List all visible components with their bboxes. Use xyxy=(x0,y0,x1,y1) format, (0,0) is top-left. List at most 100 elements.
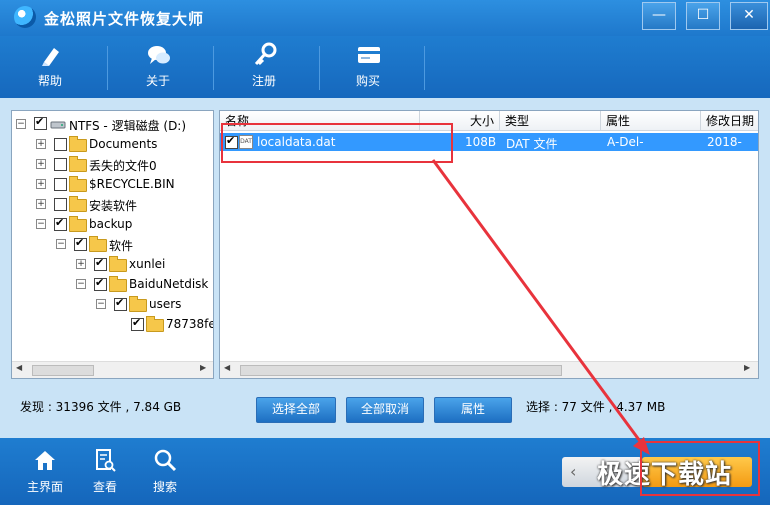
search-icon xyxy=(154,449,177,472)
column-header-type[interactable]: 类型 xyxy=(500,111,601,131)
home-icon xyxy=(35,451,55,470)
buy-label: 购买 xyxy=(355,74,380,88)
properties-button[interactable]: 属性 xyxy=(434,397,512,423)
expand-icon[interactable]: + xyxy=(36,199,46,209)
folder-icon xyxy=(129,296,147,312)
tree-checkbox[interactable] xyxy=(94,256,107,271)
tree-checkbox[interactable] xyxy=(114,296,127,311)
tree-node-root[interactable]: − NTFS - 逻辑磁盘 (D:) xyxy=(12,115,213,133)
folder-icon xyxy=(69,156,87,172)
folder-tree[interactable]: − NTFS - 逻辑磁盘 (D:) + Documents + 丢失的文件0 … xyxy=(11,110,214,379)
tree-label: $RECYCLE.BIN xyxy=(89,177,175,191)
tree-node[interactable]: − 软件 xyxy=(12,235,213,253)
scrollbar-thumb[interactable] xyxy=(32,365,94,376)
tree-label: xunlei xyxy=(129,257,166,271)
key-icon xyxy=(254,42,277,66)
maximize-button[interactable]: ☐ xyxy=(686,2,720,30)
folder-icon xyxy=(89,236,107,252)
tree-checkbox[interactable] xyxy=(54,216,67,231)
chevron-left-icon: ‹ xyxy=(570,462,577,481)
tree-horizontal-scrollbar[interactable]: ◀ ▶ xyxy=(12,361,213,378)
scroll-right-icon[interactable]: ▶ xyxy=(200,363,206,372)
tree-label: 78738fe xyxy=(166,317,214,331)
tree-node[interactable]: + 丢失的文件0 xyxy=(12,155,213,173)
tree-node[interactable]: − backup xyxy=(12,215,213,233)
folder-icon xyxy=(69,136,87,152)
tree-label: users xyxy=(149,297,182,311)
expand-icon[interactable]: + xyxy=(76,259,86,269)
collapse-icon[interactable]: − xyxy=(76,279,86,289)
register-button[interactable]: 注册 xyxy=(214,36,314,98)
tree-checkbox[interactable] xyxy=(54,138,67,151)
file-size: 108B xyxy=(465,135,497,149)
app-title: 金松照片文件恢复大师 xyxy=(44,10,205,28)
scroll-right-icon[interactable]: ▶ xyxy=(744,363,750,372)
column-header-attributes[interactable]: 属性 xyxy=(601,111,701,131)
folder-icon xyxy=(69,176,87,192)
help-label: 帮助 xyxy=(37,74,62,88)
close-icon: ✕ xyxy=(743,7,755,23)
folder-icon xyxy=(146,316,164,332)
scroll-left-icon[interactable]: ◀ xyxy=(16,363,22,372)
drive-icon xyxy=(50,121,66,129)
tree-label: 丢失的文件0 xyxy=(89,159,157,173)
folder-icon xyxy=(69,216,87,232)
search-button[interactable]: 搜索 xyxy=(140,446,190,498)
home-label: 主界面 xyxy=(26,480,63,494)
expand-icon[interactable]: + xyxy=(36,139,46,149)
selected-status: 选择 : 77 文件 , 4.37 MB xyxy=(526,400,666,414)
scroll-left-icon[interactable]: ◀ xyxy=(224,363,230,372)
help-button[interactable]: 帮助 xyxy=(0,36,100,98)
tree-node[interactable]: + Documents xyxy=(12,135,213,153)
tree-node[interactable]: + 安装软件 xyxy=(12,195,213,213)
tree-label: Documents xyxy=(89,137,158,151)
expand-icon[interactable]: + xyxy=(36,179,46,189)
tree-checkbox[interactable] xyxy=(74,236,87,251)
found-status: 发现 : 31396 文件 , 7.84 GB xyxy=(20,400,182,414)
folder-icon xyxy=(69,196,87,212)
view-button[interactable]: 查看 xyxy=(80,446,130,498)
pen-icon xyxy=(42,48,59,66)
tree-checkbox[interactable] xyxy=(34,115,47,130)
collapse-icon[interactable]: − xyxy=(36,219,46,229)
tree-label: backup xyxy=(89,217,133,231)
tree-checkbox[interactable] xyxy=(54,178,67,191)
toolbar-divider xyxy=(424,46,425,90)
tree-node[interactable]: + $RECYCLE.BIN xyxy=(12,175,213,193)
search-label: 搜索 xyxy=(152,480,177,494)
folder-icon xyxy=(109,256,127,272)
register-label: 注册 xyxy=(251,74,276,88)
file-list-horizontal-scrollbar[interactable]: ◀ ▶ xyxy=(220,361,758,378)
deselect-all-button[interactable]: 全部取消 xyxy=(346,397,424,423)
buy-button[interactable]: 购买 xyxy=(318,36,418,98)
tree-node[interactable]: + xunlei xyxy=(12,255,213,273)
column-header-date[interactable]: 修改日期 xyxy=(701,111,758,131)
tree-node[interactable]: 78738fe xyxy=(12,315,213,333)
scrollbar-thumb[interactable] xyxy=(240,365,562,376)
toolbar: 帮助 关于 注册 购买 xyxy=(0,36,770,98)
collapse-icon[interactable]: − xyxy=(56,239,66,249)
about-button[interactable]: 关于 xyxy=(108,36,208,98)
select-all-button[interactable]: 选择全部 xyxy=(256,397,336,423)
file-type: DAT 文件 xyxy=(506,137,558,151)
collapse-icon[interactable]: − xyxy=(96,299,106,309)
minimize-icon: — xyxy=(652,7,666,23)
annotation-highlight-file xyxy=(221,123,453,163)
tree-checkbox[interactable] xyxy=(131,316,144,331)
minimize-button[interactable]: — xyxy=(642,2,676,30)
tree-label: BaiduNetdisk xyxy=(129,277,209,291)
collapse-icon[interactable]: − xyxy=(16,119,26,129)
title-bar: 金松照片文件恢复大师 — ☐ ✕ xyxy=(0,0,770,36)
tree-checkbox[interactable] xyxy=(94,276,107,291)
expand-icon[interactable]: + xyxy=(36,159,46,169)
document-view-icon xyxy=(96,449,116,472)
tree-node[interactable]: − BaiduNetdisk xyxy=(12,275,213,293)
chat-bubbles-icon xyxy=(148,46,170,64)
home-button[interactable]: 主界面 xyxy=(20,446,70,498)
card-icon xyxy=(358,47,380,63)
close-button[interactable]: ✕ xyxy=(730,2,768,30)
tree-node[interactable]: − users xyxy=(12,295,213,313)
tree-checkbox[interactable] xyxy=(54,198,67,211)
tree-checkbox[interactable] xyxy=(54,158,67,171)
tree-label: 软件 xyxy=(109,239,134,253)
